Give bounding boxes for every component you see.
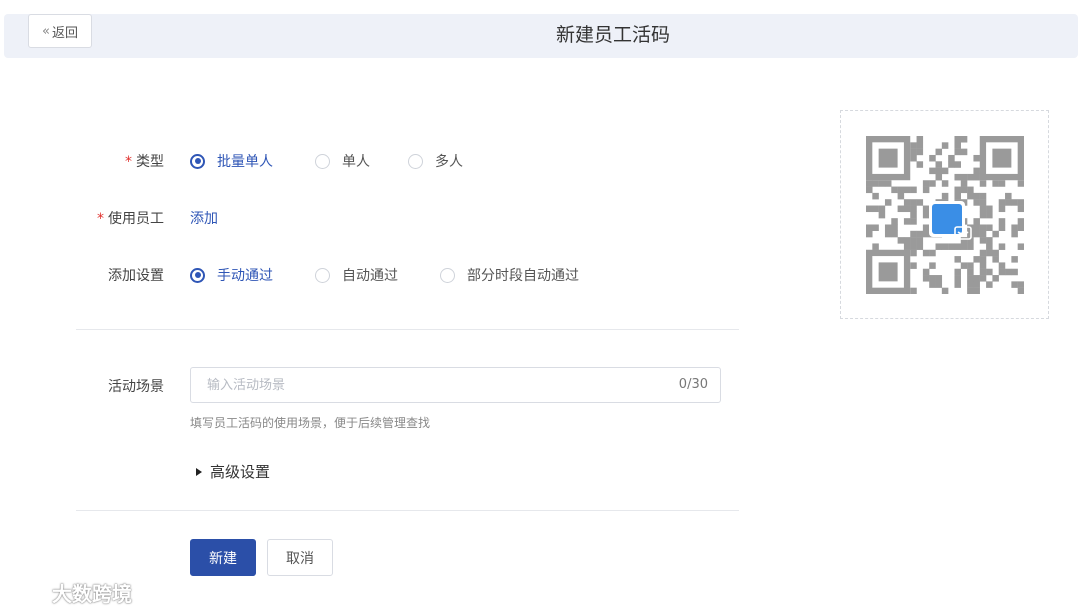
type-label: * 类型 — [125, 154, 164, 170]
staff-label: * 使用员工 — [97, 211, 164, 227]
add-setting-option-partial-auto[interactable]: 部分时段自动通过 — [440, 265, 579, 285]
type-option-single[interactable]: 单人 — [315, 151, 370, 171]
add-setting-option-manual[interactable]: 手动通过 — [190, 265, 273, 285]
type-option-multi[interactable]: 多人 — [408, 151, 463, 171]
message-icon — [932, 204, 972, 240]
radio-icon — [408, 153, 423, 169]
qr-center-logo — [929, 201, 972, 240]
caret-right-icon — [196, 467, 202, 476]
radio-checked-icon — [190, 153, 205, 169]
radio-icon — [315, 153, 330, 169]
scene-input[interactable] — [191, 368, 631, 402]
qr-code-preview — [840, 110, 1049, 319]
cancel-button[interactable]: 取消 — [267, 539, 333, 576]
add-setting-option-auto[interactable]: 自动通过 — [315, 265, 398, 285]
char-counter: 0/30 — [678, 377, 708, 392]
add-setting-label: 添加设置 — [108, 268, 164, 284]
section-divider — [76, 329, 739, 330]
scene-input-wrapper: 0/30 — [190, 367, 721, 403]
radio-checked-icon — [190, 267, 205, 283]
required-mark: * — [125, 154, 132, 170]
advanced-settings-toggle[interactable]: 高级设置 — [196, 461, 270, 482]
scene-hint: 填写员工活码的使用场景，便于后续管理查找 — [190, 416, 431, 430]
radio-icon — [440, 267, 455, 283]
add-staff-link[interactable]: 添加 — [190, 208, 218, 228]
create-button[interactable]: 新建 — [190, 539, 256, 576]
watermark-logo-icon — [10, 582, 47, 601]
type-option-batch-single[interactable]: 批量单人 — [190, 151, 273, 171]
radio-icon — [315, 267, 330, 283]
watermark: 大数跨境 — [8, 578, 132, 607]
section-divider — [76, 510, 739, 511]
page-title: 新建员工活码 — [555, 24, 670, 46]
required-mark: * — [97, 211, 104, 227]
scene-label: 活动场景 — [108, 379, 164, 395]
